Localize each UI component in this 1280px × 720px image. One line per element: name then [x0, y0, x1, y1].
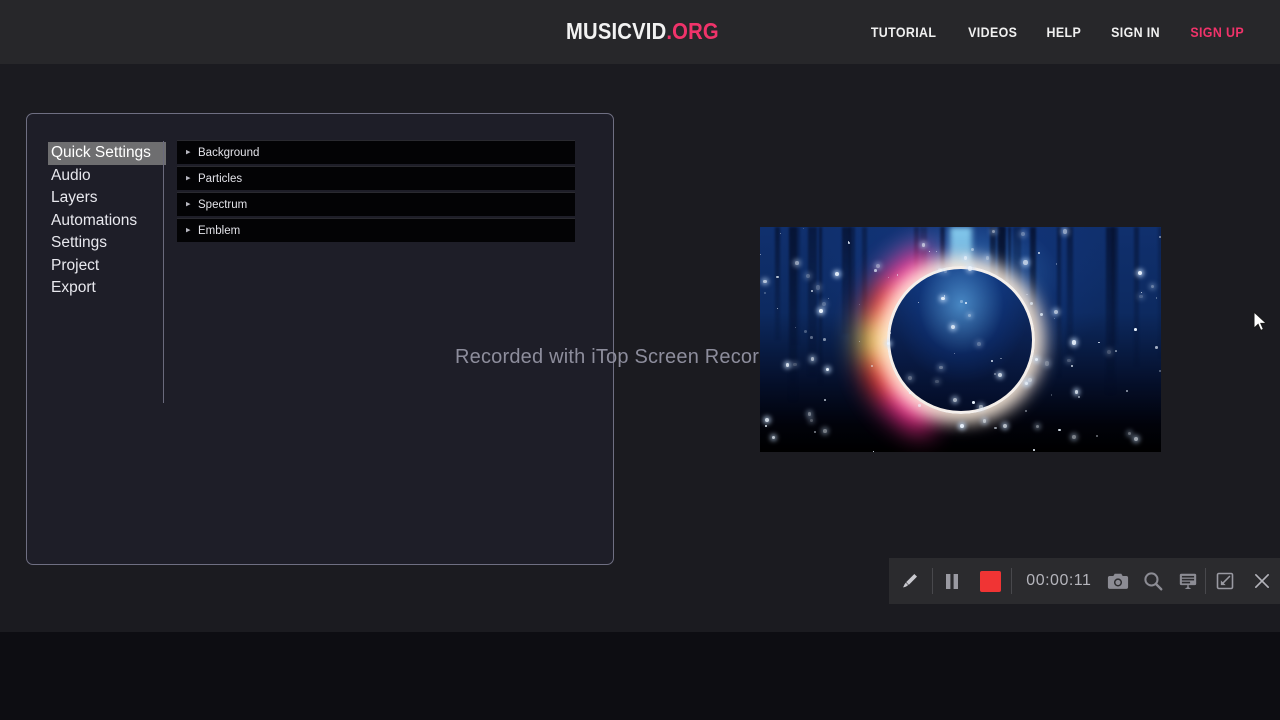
site-logo[interactable]: MUSICVID.ORG — [566, 18, 719, 45]
editor-side-menu: Quick Settings Audio Layers Automations … — [48, 142, 166, 300]
settings-accordion: ▸ Background ▸ Particles ▸ Spectrum ▸ Em… — [177, 140, 575, 244]
audio-player-bar: 02:20.03 — [0, 632, 1280, 720]
sidebar-item-audio[interactable]: Audio — [48, 165, 166, 188]
preview-tree-trunk — [818, 227, 822, 385]
sidebar-item-project[interactable]: Project — [48, 255, 166, 278]
logo-word: MUSICVID — [566, 18, 667, 44]
main-nav: TUTORIAL VIDEOS HELP SIGN IN SIGN UP — [868, 0, 1246, 64]
screen-recorder-toolbar: 00:00:11 — [889, 558, 1280, 604]
nav-item-videos[interactable]: VIDEOS — [968, 25, 1017, 40]
preview-tree-trunk — [1133, 227, 1139, 367]
accordion-label: Emblem — [198, 224, 241, 237]
sidebar-item-export[interactable]: Export — [48, 277, 166, 300]
preview-tree-trunk — [808, 227, 818, 376]
accordion-label: Background — [198, 146, 260, 159]
screen-recorder-watermark: Recorded with iTop Screen Recorder — [455, 346, 789, 368]
preview-tree-trunk — [788, 227, 797, 402]
accordion-item-emblem[interactable]: ▸ Emblem — [177, 218, 575, 242]
whiteboard-button[interactable] — [1170, 558, 1205, 604]
collapsed-caret-icon: ▸ — [186, 146, 191, 157]
collapsed-caret-icon: ▸ — [186, 172, 191, 183]
nav-item-sign-up[interactable]: SIGN UP — [1190, 25, 1244, 40]
site-header: MUSICVID.ORG TUTORIAL VIDEOS HELP SIGN I… — [0, 0, 1280, 64]
recording-timer: 00:00:11 — [1026, 572, 1092, 589]
arrow-cursor — [1253, 310, 1269, 338]
camera-icon — [1107, 573, 1128, 589]
accordion-item-particles[interactable]: ▸ Particles — [177, 166, 575, 190]
sidebar-item-settings[interactable]: Settings — [48, 232, 166, 255]
accordion-label: Particles — [198, 172, 243, 185]
preview-tree-trunk — [1158, 227, 1161, 359]
sidebar-item-automations[interactable]: Automations — [48, 210, 166, 233]
accordion-label: Spectrum — [198, 198, 248, 211]
minimize-expand-button[interactable] — [1206, 558, 1243, 604]
preview-tree-trunk — [848, 227, 855, 390]
video-preview[interactable] — [760, 227, 1161, 452]
expand-icon — [1216, 572, 1233, 590]
accordion-item-spectrum[interactable]: ▸ Spectrum — [177, 192, 575, 216]
accordion-item-background[interactable]: ▸ Background — [177, 140, 575, 164]
nav-item-sign-in[interactable]: SIGN IN — [1111, 25, 1160, 40]
editor-panel: Quick Settings Audio Layers Automations … — [26, 113, 614, 565]
preview-tree-trunk — [1067, 227, 1074, 358]
preview-tree-trunk — [774, 227, 780, 341]
nav-item-help[interactable]: HELP — [1047, 25, 1082, 40]
app-root: MUSICVID.ORG TUTORIAL VIDEOS HELP SIGN I… — [0, 0, 1280, 720]
close-icon — [1254, 573, 1269, 588]
pen-icon — [903, 574, 918, 588]
sidebar-item-quick-settings[interactable]: Quick Settings — [48, 142, 166, 165]
nav-item-tutorial[interactable]: TUTORIAL — [871, 25, 937, 40]
whiteboard-icon — [1179, 573, 1196, 589]
screenshot-button[interactable] — [1100, 558, 1135, 604]
stop-record-button[interactable] — [971, 558, 1012, 604]
pen-button[interactable] — [889, 558, 932, 604]
preview-tree-trunk — [1110, 227, 1118, 345]
zoom-button[interactable] — [1135, 558, 1170, 604]
collapsed-caret-icon: ▸ — [186, 198, 191, 209]
logo-suffix: .ORG — [666, 18, 719, 44]
stop-icon — [980, 570, 1002, 592]
close-recorder-button[interactable] — [1243, 558, 1280, 604]
collapsed-caret-icon: ▸ — [186, 224, 191, 235]
preview-emblem-ring — [886, 265, 1035, 414]
pause-icon — [945, 573, 958, 589]
magnifier-icon — [1144, 572, 1163, 591]
pause-button[interactable] — [933, 558, 971, 604]
sidebar-divider — [163, 141, 164, 403]
sidebar-item-layers[interactable]: Layers — [48, 187, 166, 210]
